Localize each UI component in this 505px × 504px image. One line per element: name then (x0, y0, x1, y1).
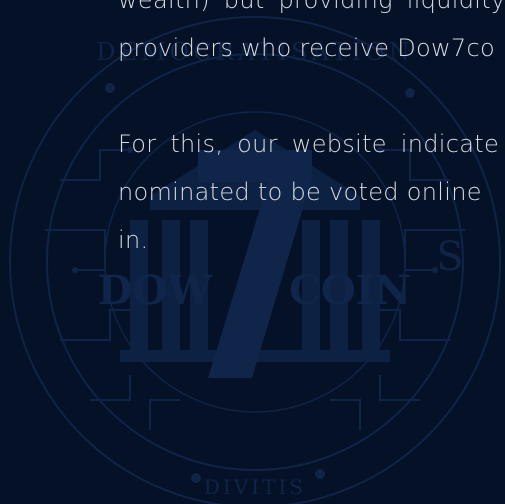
seal-bottom-text: DIVITIS (204, 475, 306, 499)
text-line-1: wealth) but providing liquidity (118, 0, 505, 14)
text-line-2: providers who receive Dow7co (118, 34, 495, 62)
body-text: wealth) but providing liquidity provider… (118, 0, 505, 264)
text-line-5: in. (118, 226, 149, 254)
text-line-4: nominated to be voted online (118, 178, 482, 206)
seal-left-word: DOW (98, 267, 214, 314)
page: DEMOCRATISATION DIVITIS DOW COIN S wealt… (0, 0, 505, 504)
seal-right-word: COIN (289, 267, 411, 314)
text-line-3: For this, our website indicate (118, 130, 500, 158)
